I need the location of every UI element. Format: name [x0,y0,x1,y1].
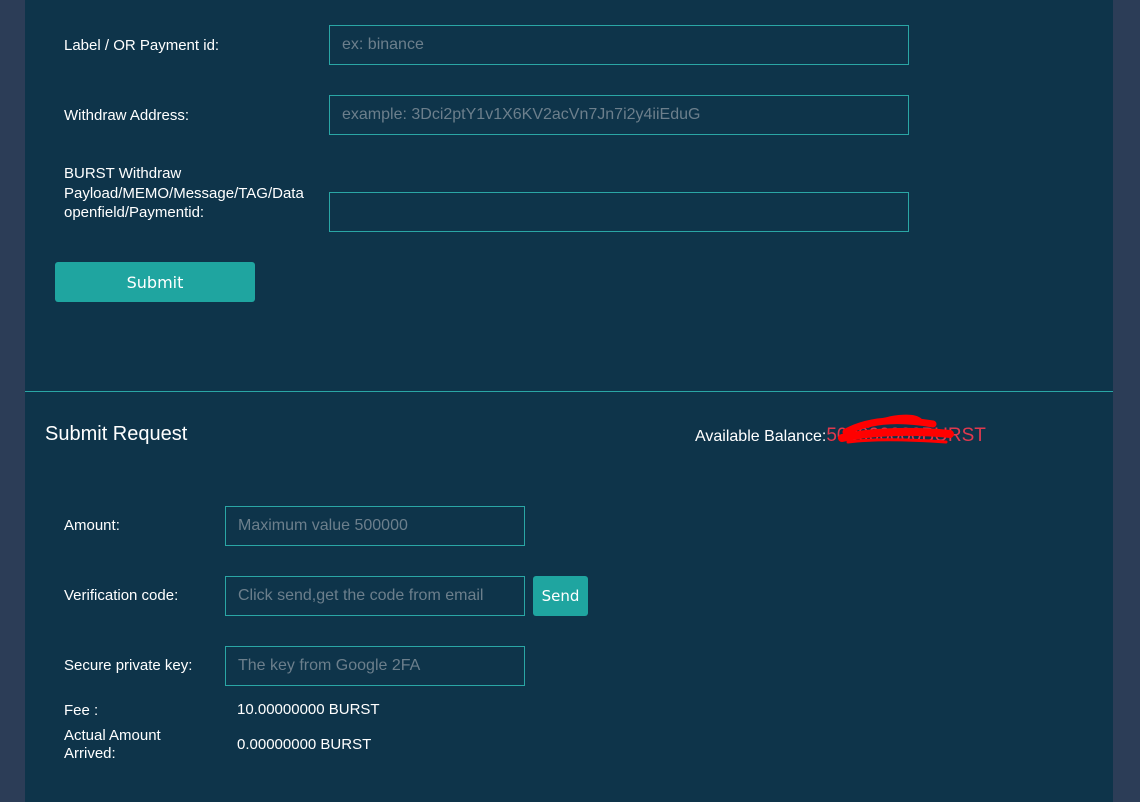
actual-amount-label: Actual Amount Arrived: [64,727,161,762]
verification-code-label: Verification code: [64,587,179,604]
label-payment-id-label: Label / OR Payment id: [64,37,220,54]
verification-code-input[interactable]: Click send,get the code from email [225,576,525,616]
send-code-button[interactable]: Send [533,576,588,616]
withdraw-address-label: Withdraw Address: [64,107,190,124]
withdraw-address-input[interactable]: example: 3Dci2ptY1v1X6KV2acVn7Jn7i2y4iiE… [329,95,909,135]
amount-label: Amount: [64,517,120,534]
section-divider [25,391,1113,392]
fee-value: 10.00000000 BURST [237,701,380,718]
redaction-scribble [838,414,954,444]
memo-input[interactable] [329,192,909,232]
actual-amount-value: 0.00000000 BURST [237,736,372,753]
secure-key-input[interactable]: The key from Google 2FA [225,646,525,686]
submit-request-title: Submit Request [45,423,188,445]
label-payment-id-input[interactable]: ex: binance [329,25,909,65]
amount-input[interactable]: Maximum value 500000 [225,506,525,546]
submit-button[interactable]: Submit [55,262,255,302]
available-balance-label: Available Balance: [695,428,827,445]
secure-key-label: Secure private key: [64,657,193,674]
fee-label: Fee : [64,702,99,719]
memo-label: BURST Withdraw Payload/MEMO/Message/TAG/… [64,165,304,221]
